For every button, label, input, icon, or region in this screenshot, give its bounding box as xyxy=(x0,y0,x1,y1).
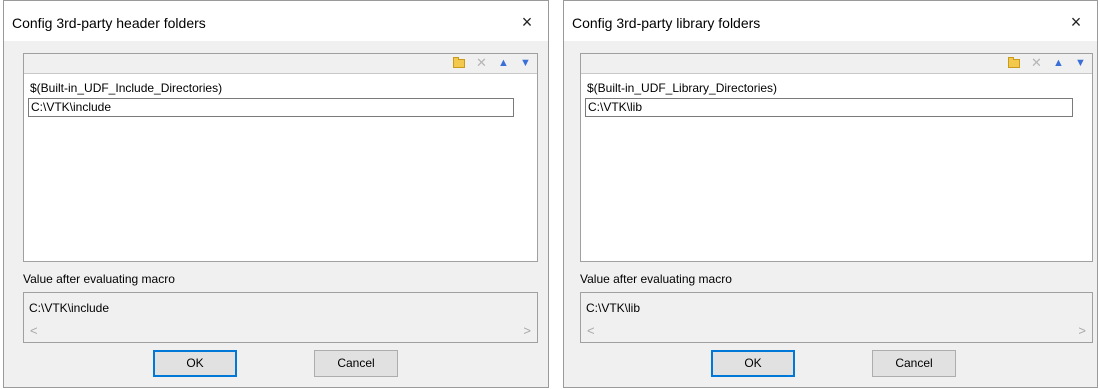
list-item[interactable]: $(Built-in_UDF_Include_Directories) xyxy=(28,80,533,97)
delete-icon[interactable]: ✕ xyxy=(474,56,489,70)
value-box: C:\VTK\lib < > xyxy=(580,292,1093,343)
up-arrow-icon[interactable]: ▲ xyxy=(1051,56,1066,70)
title-bar: Config 3rd-party library folders × xyxy=(564,1,1097,41)
down-arrow-icon[interactable]: ▼ xyxy=(518,56,533,70)
value-label: Value after evaluating macro xyxy=(23,272,175,286)
scroll-right-icon[interactable]: > xyxy=(1078,323,1086,338)
list-item-edit-field[interactable]: C:\VTK\include xyxy=(28,98,514,117)
scroll-right-icon[interactable]: > xyxy=(523,323,531,338)
ok-button[interactable]: OK xyxy=(153,350,237,377)
header-folders-dialog: Config 3rd-party header folders × ✕ ▲ ▼ … xyxy=(3,0,549,388)
evaluated-value: C:\VTK\lib xyxy=(586,301,641,315)
list-toolbar: ✕ ▲ ▼ xyxy=(581,54,1092,74)
close-icon[interactable]: × xyxy=(516,11,538,33)
down-arrow-icon[interactable]: ▼ xyxy=(1073,56,1088,70)
folder-icon[interactable] xyxy=(1007,56,1022,70)
list-toolbar: ✕ ▲ ▼ xyxy=(24,54,537,74)
folder-list[interactable]: ✕ ▲ ▼ $(Built-in_UDF_Include_Directories… xyxy=(23,53,538,262)
delete-icon[interactable]: ✕ xyxy=(1029,56,1044,70)
scroll-left-icon[interactable]: < xyxy=(587,323,595,338)
list-item-edit-field[interactable]: C:\VTK\lib xyxy=(585,98,1073,117)
folder-list[interactable]: ✕ ▲ ▼ $(Built-in_UDF_Library_Directories… xyxy=(580,53,1093,262)
dialog-title: Config 3rd-party header folders xyxy=(12,15,206,31)
title-bar: Config 3rd-party header folders × xyxy=(4,1,548,41)
cancel-button[interactable]: Cancel xyxy=(314,350,398,377)
dialog-title: Config 3rd-party library folders xyxy=(572,15,761,31)
value-label: Value after evaluating macro xyxy=(580,272,732,286)
up-arrow-icon[interactable]: ▲ xyxy=(496,56,511,70)
library-folders-dialog: Config 3rd-party library folders × ✕ ▲ ▼… xyxy=(563,0,1098,388)
folder-icon[interactable] xyxy=(452,56,467,70)
evaluated-value: C:\VTK\include xyxy=(29,301,110,315)
list-item[interactable]: $(Built-in_UDF_Library_Directories) xyxy=(585,80,1088,97)
cancel-button[interactable]: Cancel xyxy=(872,350,956,377)
ok-button[interactable]: OK xyxy=(711,350,795,377)
scroll-left-icon[interactable]: < xyxy=(30,323,38,338)
value-box: C:\VTK\include < > xyxy=(23,292,538,343)
close-icon[interactable]: × xyxy=(1065,11,1087,33)
